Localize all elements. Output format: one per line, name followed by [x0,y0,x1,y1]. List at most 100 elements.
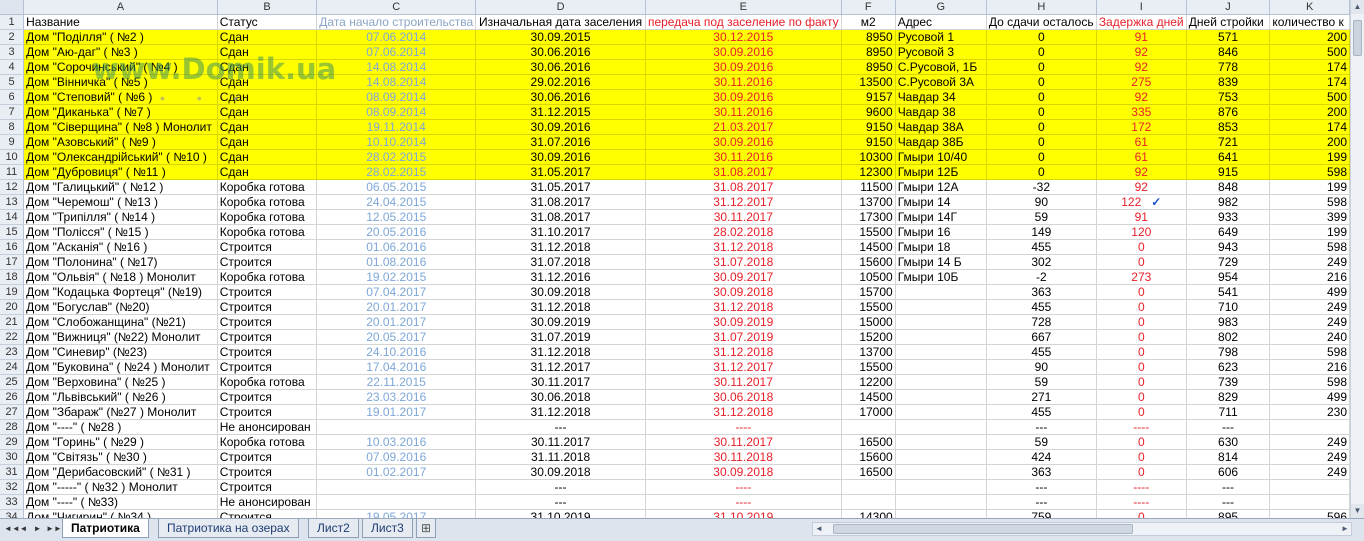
table-cell[interactable]: 92 [1096,164,1187,180]
row-header[interactable]: 22 [0,329,25,345]
row-header[interactable]: 4 [0,59,25,75]
table-cell[interactable]: 30.09.2016 [475,119,646,135]
table-cell[interactable]: 31.12.2018 [645,239,842,255]
row-header[interactable]: 25 [0,374,25,390]
table-cell[interactable]: 30.06.2018 [645,389,842,405]
table-cell[interactable]: 275 [1096,74,1187,90]
table-cell[interactable]: 0 [1096,509,1187,518]
table-cell[interactable]: 24.10.2016 [316,344,477,360]
row-header[interactable]: 34 [0,509,25,518]
table-cell[interactable]: Коробка готова [217,434,318,450]
table-cell[interactable]: Дом "Буковина" ( №24 ) Монолит [23,359,218,375]
table-cell[interactable]: 30.09.2016 [645,59,842,75]
table-cell[interactable]: 0 [986,149,1097,165]
row-header[interactable]: 24 [0,359,25,375]
row-header[interactable]: 20 [0,299,25,315]
table-cell[interactable]: ---- [645,494,842,510]
table-cell[interactable]: Строится [217,329,318,345]
table-cell[interactable]: 0 [986,104,1097,120]
row-header[interactable]: 21 [0,314,25,330]
table-cell[interactable]: ---- [645,479,842,495]
table-cell[interactable]: 22.11.2015 [316,374,477,390]
scroll-left-icon[interactable]: ◄ [813,523,825,535]
column-title-cell[interactable]: До сдачи осталось [986,14,1097,30]
table-cell[interactable]: Гмыри 14 Б [895,254,987,270]
table-cell[interactable]: 814 [1186,449,1271,465]
table-cell[interactable]: Гмыри 14Г [895,209,987,225]
table-cell[interactable]: 363 [986,284,1097,300]
table-cell[interactable]: 31.05.2017 [475,164,646,180]
table-cell[interactable]: 31.12.2018 [475,344,646,360]
table-cell[interactable]: 174 [1269,119,1350,135]
table-cell[interactable]: 216 [1269,359,1350,375]
table-cell[interactable]: Не анонсирован [217,494,318,510]
table-cell[interactable]: Коробка готова [217,209,318,225]
table-cell[interactable]: 17.04.2016 [316,359,477,375]
column-title-cell[interactable]: передача под заселение по факту [645,14,842,30]
table-cell[interactable]: 07.09.2016 [316,449,477,465]
table-cell[interactable]: 31.12.2018 [645,299,842,315]
table-cell[interactable]: 9150 [841,134,896,150]
row-header[interactable]: 17 [0,254,25,270]
column-header-b[interactable]: B [217,0,318,15]
row-header[interactable]: 16 [0,239,25,255]
table-cell[interactable]: 30.11.2017 [645,209,842,225]
table-cell[interactable]: 30.11.2016 [645,149,842,165]
column-header-g[interactable]: G [895,0,987,15]
next-sheet-icon[interactable]: ► [32,523,43,535]
table-cell[interactable]: 0 [986,119,1097,135]
table-cell[interactable]: Строится [217,479,318,495]
table-cell[interactable]: 0 [1096,239,1187,255]
table-cell[interactable]: 0 [1096,329,1187,345]
row-header[interactable]: 32 [0,479,25,495]
table-cell[interactable] [841,494,896,510]
row-header[interactable]: 5 [0,74,25,90]
table-cell[interactable]: --- [1186,479,1271,495]
row-header[interactable]: 1 [0,14,25,30]
table-cell[interactable]: 90 [986,359,1097,375]
table-cell[interactable]: 200 [1269,134,1350,150]
column-title-cell[interactable]: Дата начало строительства [316,14,477,30]
table-cell[interactable]: 30.09.2016 [645,89,842,105]
table-cell[interactable]: 915 [1186,164,1271,180]
table-cell[interactable]: Гмыри 12А [895,179,987,195]
row-header[interactable]: 19 [0,284,25,300]
table-cell[interactable]: 13700 [841,194,896,210]
table-cell[interactable]: 31.12.2015 [475,104,646,120]
table-cell[interactable]: 982 [1186,194,1271,210]
table-cell[interactable]: 31.08.2017 [645,179,842,195]
row-header[interactable]: 2 [0,29,25,45]
table-cell[interactable]: 31.12.2018 [475,239,646,255]
table-cell[interactable]: 01.06.2016 [316,239,477,255]
table-cell[interactable]: 28.02.2018 [645,224,842,240]
table-cell[interactable]: 19.11.2014 [316,119,477,135]
column-title-cell[interactable]: Задержка дней [1096,14,1187,30]
table-cell[interactable]: Строится [217,344,318,360]
table-cell[interactable]: 59 [986,209,1097,225]
table-cell[interactable]: 92 [1096,44,1187,60]
table-cell[interactable]: 92 [1096,89,1187,105]
table-cell[interactable]: Строится [217,449,318,465]
table-cell[interactable] [841,479,896,495]
table-cell[interactable]: 759 [986,509,1097,518]
table-cell[interactable]: 31.12.2017 [645,359,842,375]
table-cell[interactable]: 571 [1186,29,1271,45]
row-header[interactable]: 28 [0,419,25,435]
table-cell[interactable]: 14300 [841,509,896,518]
table-cell[interactable]: 30.11.2017 [475,374,646,390]
table-cell[interactable]: 120 [1096,224,1187,240]
table-cell[interactable] [895,464,987,480]
table-cell[interactable]: 06.05.2015 [316,179,477,195]
table-cell[interactable]: 31.07.2019 [475,329,646,345]
table-cell[interactable]: 739 [1186,374,1271,390]
table-cell[interactable]: 17000 [841,404,896,420]
column-title-cell[interactable]: Название [23,14,218,30]
table-cell[interactable]: 31.07.2016 [475,134,646,150]
table-cell[interactable]: 9157 [841,89,896,105]
table-cell[interactable]: 20.01.2017 [316,299,477,315]
table-cell[interactable]: 0 [1096,314,1187,330]
table-cell[interactable]: 30.06.2016 [475,44,646,60]
spreadsheet-grid[interactable]: ABCDEFGHIJK 1 Название Статус Дата начало с… [0,0,1350,518]
table-cell[interactable]: 16500 [841,464,896,480]
column-header-c[interactable]: C [316,0,477,15]
